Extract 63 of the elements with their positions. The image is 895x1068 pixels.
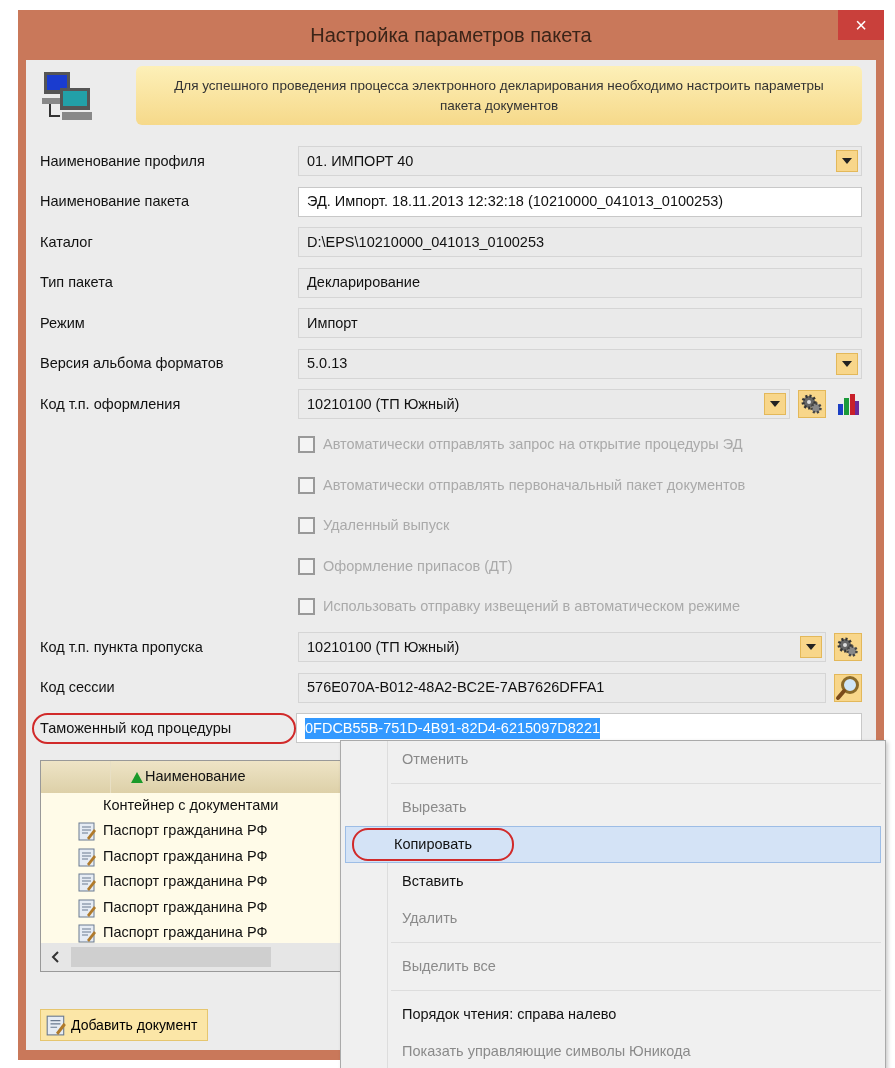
dropdown-field[interactable]: 10210100 (ТП Южный): [298, 389, 790, 420]
caret-icon: [842, 360, 852, 367]
settings-button[interactable]: [798, 390, 826, 419]
caret-icon: [770, 401, 780, 408]
dropdown-button[interactable]: [836, 352, 858, 375]
document-icon: [77, 897, 97, 918]
field-label: Тип пакета: [40, 273, 114, 292]
input-field[interactable]: 576E070A-B012-48A2-BC2E-7AB7626DFFA1: [298, 672, 826, 703]
input-field[interactable]: ЭД. Импорт. 18.11.2013 12:32:18 (10210000_041013_0100253): [298, 186, 862, 217]
menu-item: Вырезать: [401, 797, 468, 817]
menu-item: Отменить: [401, 749, 470, 769]
menu-item: Показать управляющие символы Юникода: [401, 1041, 692, 1061]
settings-button[interactable]: [834, 633, 862, 662]
document-icon: [77, 846, 97, 867]
dropdown-button[interactable]: [800, 636, 822, 659]
field-label: Код т.п. оформления: [40, 394, 182, 414]
field-label: Код т.п. пункта пропуска: [40, 637, 204, 657]
table-cell-text: Паспорт гражданина РФ: [103, 821, 268, 841]
table-cell-text: Паспорт гражданина РФ: [103, 846, 268, 866]
caret-icon: [842, 158, 852, 165]
dropdown-button[interactable]: [836, 150, 858, 173]
field-label: Каталог: [40, 232, 94, 252]
gear-icon: [801, 393, 823, 416]
field-label: Наименование пакета: [40, 192, 191, 211]
table-cell-text: Паспорт гражданина РФ: [103, 923, 268, 943]
window-title: Настройка параметров пакета: [310, 23, 592, 48]
checkbox-label: Использовать отправку извещений в автоматическом режиме: [323, 597, 741, 616]
document-icon: [77, 821, 97, 842]
field-label: Код сессии: [40, 678, 116, 697]
gear-icon: [837, 636, 859, 659]
info-banner: Для успешного проведения процесса электронного декларирования необходимо настроить параметры пакета документов: [136, 66, 862, 126]
checkbox-label: Удаленный выпуск: [323, 516, 450, 535]
checkbox-label: Оформление припасов (ДТ): [323, 556, 513, 576]
menu-item[interactable]: Вставить: [345, 863, 881, 900]
field-label: Наименование профиля: [40, 151, 206, 171]
table-cell-text: Контейнер с документами: [103, 795, 279, 815]
checkbox-label: Автоматически отправлять первоначальный пакет документов: [323, 475, 746, 495]
document-icon: [77, 872, 97, 893]
add-document-button[interactable]: Добавить документ: [40, 1009, 209, 1041]
bar-chart-icon: [836, 392, 860, 417]
dropdown-field[interactable]: 5.0.13: [298, 348, 862, 379]
field-label: Режим: [40, 313, 86, 333]
close-button[interactable]: ×: [838, 10, 884, 40]
document-icon: [45, 1014, 67, 1036]
input-field[interactable]: Импорт: [298, 308, 862, 339]
dropdown-field[interactable]: 01. ИМПОРТ 40: [298, 146, 862, 177]
field-label: Таможенный код процедуры: [32, 712, 296, 745]
table-cell-text: Паспорт гражданина РФ: [103, 872, 268, 892]
menu-item: Удалить: [401, 908, 459, 928]
search-icon: [835, 674, 861, 701]
input-field[interactable]: Декларирование: [298, 267, 862, 298]
document-icon: [77, 923, 97, 944]
menu-item[interactable]: Копировать: [345, 826, 881, 863]
menu-item[interactable]: Порядок чтения: справа налево: [345, 996, 881, 1033]
caret-icon: [806, 644, 816, 651]
dropdown-button[interactable]: [764, 393, 786, 416]
checkbox-label: Автоматически отправлять запрос на открытие процедуры ЭД: [323, 435, 743, 454]
table-cell-text: Паспорт гражданина РФ: [103, 897, 268, 917]
menu-item: Выделить все: [401, 956, 497, 976]
input-field[interactable]: D:\EPS\10210000_041013_0100253: [298, 227, 862, 258]
search-button[interactable]: [834, 673, 862, 702]
field-label: Версия альбома форматов: [40, 354, 225, 373]
dropdown-field[interactable]: 10210100 (ТП Южный): [298, 632, 826, 663]
